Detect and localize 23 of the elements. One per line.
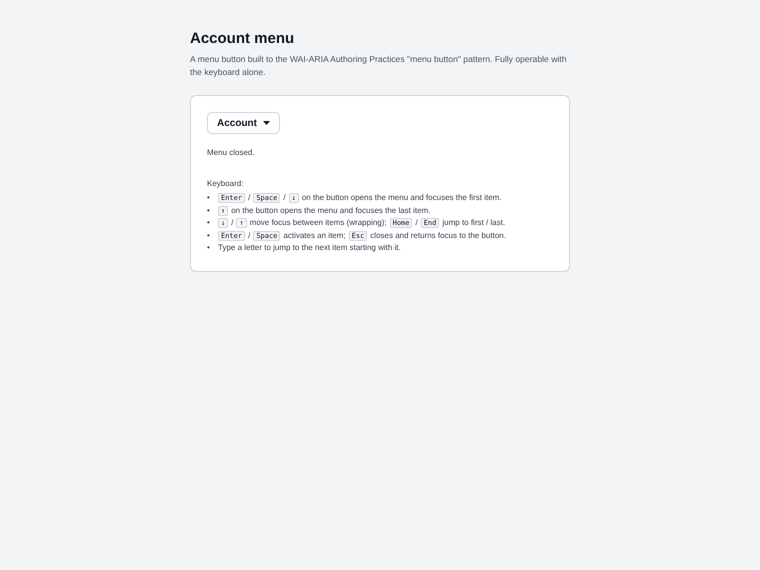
bullet-mark: • [207, 204, 211, 216]
help-text: / [283, 193, 286, 202]
bullet-mark: • [207, 192, 211, 204]
help-text: move focus between items (wrapping); [250, 218, 387, 227]
bullet-mark: • [207, 217, 211, 228]
help-text: closes and returns focus to the button. [370, 230, 506, 240]
help-text: activates an item; [283, 230, 346, 240]
menu-status-text: Menu closed. [207, 148, 256, 157]
help-text: on the button opens the menu and focuses the first item. [302, 193, 502, 202]
account-menu-button[interactable]: Account [207, 112, 280, 134]
help-text: on the button opens the menu and focuses the last item. [231, 206, 430, 214]
page-description: A menu button built to the WAI-ARIA Authoring Practices "menu button" pattern. Fully operable with the keyboard alone. [190, 53, 568, 79]
help-text: jump to first / last. [442, 218, 506, 227]
help-text: / [248, 193, 250, 202]
bullet-mark: • [207, 230, 211, 241]
help-text: Type a letter to jump to the next item starting with it. [218, 243, 401, 252]
bullet-mark: • [207, 242, 211, 254]
help-text: / [415, 218, 418, 227]
keyboard-heading: Keyboard: [207, 179, 244, 188]
caret-icon [263, 121, 270, 125]
help-text: / [248, 230, 250, 240]
help-text: / [231, 218, 234, 227]
page-title: Account menu [190, 30, 296, 47]
